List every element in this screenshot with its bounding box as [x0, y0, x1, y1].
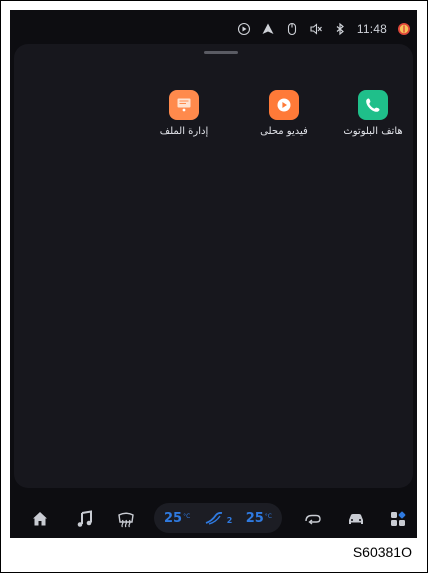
app-bluetooth-phone[interactable]: هاتف البلوتوث	[330, 90, 416, 137]
app-file-manager[interactable]: إدارة الملف	[141, 90, 227, 137]
driver-temp-value: 25	[164, 510, 183, 526]
drag-handle[interactable]	[204, 51, 238, 54]
bottom-dock: 25 °C 2 25 °C	[10, 500, 417, 538]
car-icon[interactable]	[344, 507, 368, 531]
apps-grid-icon[interactable]	[386, 507, 410, 531]
climate-control-bar: 25 °C 2 25 °C	[154, 503, 282, 533]
driver-temperature[interactable]: 25 °C	[164, 511, 190, 526]
record-icon	[237, 22, 251, 36]
app-label: فيديو محلى	[260, 126, 308, 137]
figure-code: S60381O	[352, 544, 412, 560]
temp-unit: °C	[183, 512, 191, 520]
app-local-video[interactable]: فيديو محلى	[241, 90, 327, 137]
passenger-temp-value: 25	[245, 510, 264, 526]
profile-icon[interactable]	[397, 22, 411, 36]
mouse-icon	[285, 22, 299, 36]
app-label: هاتف البلوتوث	[343, 126, 403, 137]
temp-unit: °C	[264, 512, 272, 520]
navigation-icon	[261, 22, 275, 36]
home-icon[interactable]	[28, 507, 52, 531]
phone-icon	[358, 90, 388, 120]
music-icon[interactable]	[73, 507, 97, 531]
app-drawer-panel: هاتف البلوتوث فيديو محلى إدارة الملف	[14, 44, 413, 488]
recirculation-icon[interactable]	[301, 507, 325, 531]
passenger-temperature[interactable]: 25 °C	[246, 511, 272, 526]
app-label: إدارة الملف	[159, 126, 209, 137]
rear-defrost-icon[interactable]	[114, 507, 138, 531]
fan-level: 2	[226, 516, 233, 525]
play-icon	[269, 90, 299, 120]
file-icon	[169, 90, 199, 120]
fan-icon	[205, 512, 222, 525]
bluetooth-icon	[333, 22, 347, 36]
fan-speed[interactable]: 2	[204, 511, 233, 525]
status-bar: 11:48	[10, 10, 417, 48]
head-unit-screen: 11:48 هاتف البلوتوث فيديو محلى إدارة الم…	[10, 10, 417, 538]
volume-off-icon[interactable]	[309, 22, 323, 36]
clock-time: 11:48	[356, 22, 387, 36]
